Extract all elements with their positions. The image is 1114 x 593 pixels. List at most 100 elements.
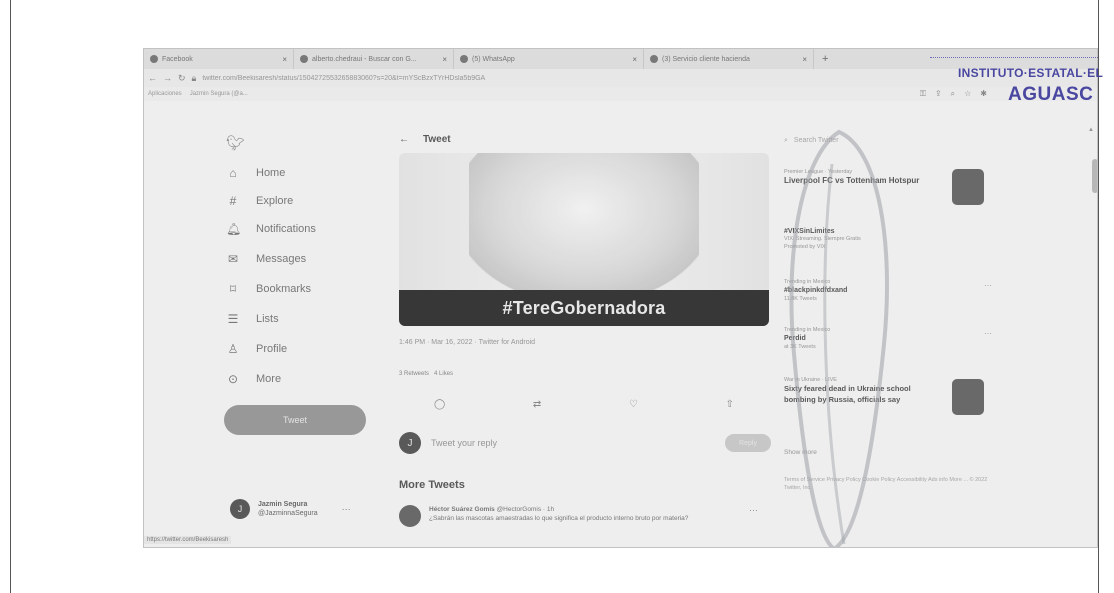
account-switcher[interactable]: J Jazmin Segura @JazminnaSegura ··· [230, 499, 351, 519]
sidebar-item-label: Home [256, 167, 286, 179]
tweet-author[interactable]: Héctor Suárez Gomís [429, 506, 495, 513]
more-circle-icon: ⊙ [227, 372, 239, 386]
watermark-line-1: INSTITUTO·ESTATAL·EL [958, 66, 1104, 80]
browser-screenshot: Facebook × alberto.chedraui - Buscar con… [143, 48, 1098, 548]
more-dots-icon[interactable]: ··· [984, 329, 992, 338]
whatsapp-icon [460, 55, 468, 63]
tweet-header: ← Tweet [399, 134, 451, 145]
avatar: J [230, 499, 250, 519]
page-border-left [10, 0, 11, 593]
heart-icon[interactable]: ♡ [629, 399, 638, 410]
extension-icons: ⚿ ⇪ ⌕ ☆ ✱ [920, 89, 987, 99]
close-icon[interactable]: × [442, 55, 447, 64]
hashtag-icon: # [229, 194, 237, 208]
key-icon[interactable]: ⚿ [920, 89, 926, 99]
google-icon [300, 55, 308, 63]
person-icon: ♙ [227, 342, 239, 356]
more-dots-icon[interactable]: ··· [749, 505, 758, 515]
list-item[interactable]: Héctor Suárez Gomís @HectorGomis · 1h ¿S… [399, 505, 769, 527]
new-tab-button[interactable]: + [814, 53, 836, 65]
close-icon[interactable]: × [632, 55, 637, 64]
share-icon[interactable]: ⇧ [726, 399, 734, 410]
page-border-right [1098, 0, 1099, 593]
watermark-divider [930, 57, 1098, 58]
watermark-line-2: AGUASC [1008, 84, 1094, 105]
tweet-timestamp[interactable]: 1:46 PM · Mar 16, 2022 · Twitter for And… [399, 339, 535, 346]
sidebar-item-notifications[interactable]: 🔔︎ Notifications [226, 222, 316, 236]
zoom-icon[interactable]: ⌕ [951, 89, 955, 99]
tab-icon [650, 55, 658, 63]
more-dots-icon[interactable]: ··· [342, 504, 351, 514]
bookmark-icon: ⌑ [229, 282, 237, 296]
tweet-stats: 3 Retweets 4 Likes [399, 371, 453, 377]
home-icon: ⌂ [229, 166, 237, 180]
tweet-handle: @HectorGomis · 1h [496, 506, 555, 513]
extension-icon[interactable]: ✱ [980, 89, 987, 99]
facebook-icon [150, 55, 158, 63]
sidebar-item-label: Lists [256, 313, 279, 325]
bookmark-apps[interactable]: Aplicaciones [148, 91, 182, 97]
bookmark-jazmin[interactable]: Jazmin Segura (@a... [190, 91, 248, 97]
trend-thumbnail[interactable] [952, 169, 984, 205]
sidebar-item-label: Explore [256, 195, 294, 207]
tweet-button[interactable]: Tweet [224, 405, 366, 435]
twitter-logo-icon[interactable]: 🐦︎ [226, 134, 245, 152]
star-icon[interactable]: ☆ [964, 89, 971, 99]
back-arrow-icon[interactable]: ← [399, 134, 409, 145]
sidebar-item-label: Bookmarks [256, 283, 312, 295]
close-icon[interactable]: × [282, 55, 287, 64]
pen-scribble [789, 129, 889, 547]
back-arrow-icon[interactable]: ← [148, 73, 157, 83]
tab-label: alberto.chedraui - Buscar con G... [312, 55, 417, 63]
reload-icon[interactable]: ↻ [178, 73, 186, 84]
like-count[interactable]: 4 Likes [434, 371, 453, 377]
avatar[interactable] [399, 505, 421, 527]
tweet-actions: ◯ ⇄ ♡ ⇧ [434, 399, 734, 410]
page-title: Tweet [423, 134, 451, 145]
more-tweets-heading: More Tweets [399, 479, 465, 491]
sidebar-item-label: More [256, 373, 282, 385]
reply-input[interactable]: Tweet your reply [431, 438, 715, 448]
person-figure [469, 153, 699, 293]
address-bar: ← → ↻ 🔒︎ twitter.com/Beekisaresh/status/… [144, 69, 1097, 87]
bell-icon: 🔔︎ [226, 222, 242, 236]
sidebar-item-label: Notifications [256, 223, 316, 235]
tweet-body: Héctor Suárez Gomís @HectorGomis · 1h ¿S… [429, 505, 769, 527]
forward-arrow-icon[interactable]: → [163, 73, 172, 83]
tweet-image[interactable]: #TereGobernadora [399, 153, 769, 326]
tab-facebook[interactable]: Facebook × [144, 49, 294, 69]
url-field[interactable]: twitter.com/Beekisaresh/status/150427255… [202, 75, 682, 82]
tab-label: (3) Servicio cliente hacienda [662, 55, 750, 63]
tab-google[interactable]: alberto.chedraui - Buscar con G... × [294, 49, 454, 69]
tab-label: Facebook [162, 55, 193, 63]
sidebar-item-more[interactable]: ⊙ More [226, 372, 281, 386]
share-icon[interactable]: ⇪ [935, 89, 942, 99]
sidebar-item-bookmarks[interactable]: ⌑ Bookmarks [226, 282, 311, 296]
retweet-count[interactable]: 3 Retweets [399, 371, 429, 377]
more-dots-icon[interactable]: ··· [984, 281, 992, 290]
close-icon[interactable]: × [802, 55, 807, 64]
sidebar-item-label: Messages [256, 253, 307, 265]
account-info: Jazmin Segura @JazminnaSegura [258, 500, 318, 518]
image-caption: #TereGobernadora [399, 290, 769, 326]
tab-bar: Facebook × alberto.chedraui - Buscar con… [144, 49, 1097, 69]
list-icon: ☰ [227, 312, 239, 326]
sidebar-item-messages[interactable]: ✉ Messages [226, 252, 306, 266]
tab-hacienda[interactable]: (3) Servicio cliente hacienda × [644, 49, 814, 69]
scrollbar-thumb[interactable] [1092, 159, 1097, 193]
trend-thumbnail[interactable] [952, 379, 984, 415]
sidebar-item-home[interactable]: ⌂ Home [226, 166, 285, 180]
tab-label: (5) WhatsApp [472, 55, 515, 63]
sidebar-item-profile[interactable]: ♙ Profile [226, 342, 288, 356]
tab-whatsapp[interactable]: (5) WhatsApp × [454, 49, 644, 69]
retweet-icon[interactable]: ⇄ [533, 399, 541, 410]
tweet-text: ¿Sabrán las mascotas amaestradas lo que … [429, 515, 689, 523]
status-bar-url: https://twitter.com/Beekisaresh [144, 536, 232, 544]
reply-icon[interactable]: ◯ [434, 399, 445, 410]
sidebar-item-label: Profile [256, 343, 288, 355]
reply-composer: J Tweet your reply Reply [399, 432, 771, 454]
scroll-up-icon[interactable]: ▲ [1088, 127, 1094, 133]
sidebar-item-explore[interactable]: # Explore [226, 194, 294, 208]
lock-icon: 🔒︎ [191, 72, 197, 83]
sidebar-item-lists[interactable]: ☰ Lists [226, 312, 279, 326]
